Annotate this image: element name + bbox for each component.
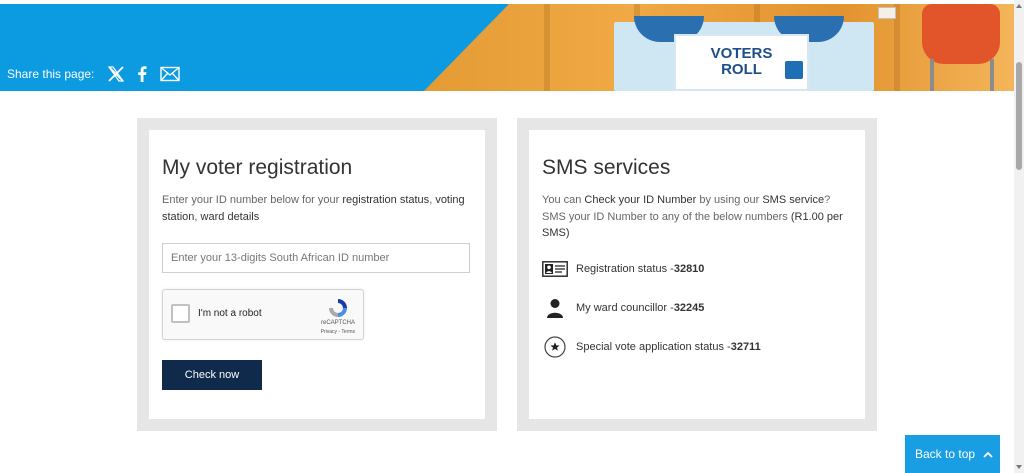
sms-services-title: SMS services [542,156,671,179]
hero-banner: VOTERS ROLL Share this page: [0,4,1014,91]
voters-roll-sign: VOTERS ROLL [674,34,809,91]
recaptcha-terms-link[interactable]: Privacy - Terms [321,329,355,335]
sms-item-number: 32810 [673,262,705,275]
recaptcha-checkbox[interactable] [171,304,190,323]
iec-logo-icon [785,61,803,79]
scroll-down-icon[interactable] [1016,465,1022,469]
sms-item-label: Registration status - [576,262,674,275]
recaptcha-brand: reCAPTCHA [320,320,355,326]
email-icon[interactable] [160,66,181,82]
share-bar: Share this page: [7,66,193,82]
recaptcha-logo-icon [329,299,347,317]
voter-registration-title: My voter registration [162,156,353,179]
wall-socket [878,7,896,19]
sms-service-list: Registration status - 32810 My ward coun… [542,258,852,358]
sms-services-description: You can Check your ID Number by using ou… [542,194,843,239]
voter-registration-description: Enter your ID number below for your regi… [162,194,465,223]
star-circle-icon [542,335,568,358]
sms-item-label: Special vote application status - [576,340,731,353]
scrollbar-thumb[interactable] [1016,62,1022,170]
sms-item-registration-status: Registration status - 32810 [542,258,852,280]
check-now-button[interactable]: Check now [162,360,262,390]
voter-registration-card: My voter registration Enter your ID numb… [137,118,497,431]
banner-photo: VOTERS ROLL [424,4,1014,91]
person-icon [542,297,568,319]
id-number-input[interactable] [162,243,470,273]
x-icon[interactable] [108,66,125,82]
sms-item-ward-councillor: My ward councillor - 32245 [542,297,852,319]
sms-item-number: 32245 [673,301,705,314]
back-to-top-label: Back to top [915,447,976,461]
recaptcha-widget: I'm not a robot reCAPTCHA Privacy - Term… [162,289,364,340]
facebook-icon[interactable] [137,66,147,82]
voter-registration-panel: My voter registration Enter your ID numb… [149,130,485,419]
chair [922,4,1000,64]
back-to-top-button[interactable]: Back to top [905,435,1000,473]
chevron-up-icon [983,447,993,461]
sms-services-card: SMS services You can Check your ID Numbe… [517,118,877,431]
sms-item-number: 32711 [730,340,761,353]
sms-services-panel: SMS services You can Check your ID Numbe… [529,130,865,419]
sms-item-label: My ward councillor - [576,301,674,314]
page-scrollbar[interactable] [1014,0,1024,473]
scroll-up-icon[interactable] [1016,4,1022,8]
id-card-icon [542,258,568,280]
recaptcha-label: I'm not a robot [198,308,262,319]
sms-item-special-vote: Special vote application status - 32711 [542,335,852,358]
share-label: Share this page: [7,67,95,81]
